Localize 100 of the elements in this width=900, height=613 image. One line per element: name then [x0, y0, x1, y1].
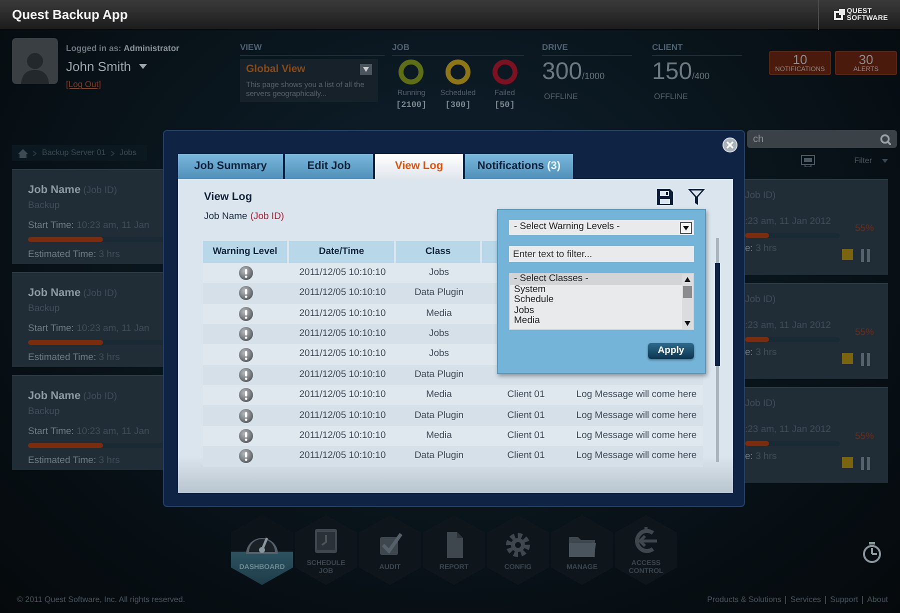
login-status: Logged in as: Administrator	[66, 42, 180, 55]
status-count: [2100]	[396, 99, 427, 112]
table-cell-text: 2011/12/05 10:10:10	[298, 388, 387, 402]
table-cell-text: Log Message will come here	[575, 449, 698, 464]
start-time-label: Start Time:	[28, 322, 74, 334]
monitor-icon[interactable]	[801, 155, 815, 167]
warning-icon	[239, 388, 253, 402]
table-cell-text: 2011/12/05 10:10:10	[298, 428, 387, 443]
job-name: Job Name	[28, 287, 81, 299]
user-name[interactable]: John Smith	[66, 56, 132, 76]
warning-icon	[239, 408, 253, 423]
table-cell-text: Media	[425, 428, 453, 443]
estimated-time-label: Estimated Time:	[28, 455, 96, 466]
warning-icon	[239, 368, 253, 382]
status-ring-icon	[398, 58, 424, 85]
panel-title: View Log	[204, 190, 252, 205]
section-heading: VIEW	[240, 41, 385, 56]
scrollbar[interactable]	[716, 238, 719, 462]
status-count: [300]	[445, 99, 471, 112]
list-option[interactable]: Jobs	[510, 306, 682, 316]
table-cell-text: Data Plugin	[413, 286, 465, 300]
caret-icon[interactable]	[139, 64, 148, 69]
app-title: Quest Backup App	[12, 6, 128, 24]
warning-icon	[239, 348, 253, 362]
list-option[interactable]: Schedule	[510, 295, 682, 306]
table-cell-text: Log Message will come here	[575, 388, 698, 402]
class-listbox[interactable]: - Select Classes - System Schedule Jobs Media	[509, 273, 694, 330]
save-icon[interactable]	[657, 189, 673, 205]
progress-percent: 55%	[854, 222, 874, 236]
job-name: Job Name	[28, 184, 81, 196]
warning-icon	[239, 286, 253, 300]
table-cell-text: 2011/12/05 10:10:10	[298, 266, 387, 280]
stat-total: /1000	[582, 70, 605, 83]
table-cell-text: Client 01	[506, 428, 546, 443]
warning-icon	[239, 266, 253, 280]
filter-icon[interactable]	[688, 189, 705, 205]
table-cell-text: Data Plugin	[413, 408, 465, 423]
job-name: Job Name	[28, 390, 81, 402]
warning-icon	[239, 429, 253, 444]
warning-icon	[239, 327, 253, 342]
table-cell-text: Jobs	[428, 347, 450, 362]
table-cell-text: Data Plugin	[413, 368, 465, 382]
stat-value: 150	[652, 58, 692, 85]
table-row[interactable]: 2011/12/05 10:10:10 Media Client 01 Log Message will come here	[203, 426, 703, 446]
caret-icon	[882, 159, 888, 163]
tab[interactable]: Job Summary	[178, 154, 283, 179]
chevron-icon	[33, 150, 37, 156]
table-cell-text: 2011/12/05 10:10:10	[298, 326, 387, 341]
avatar-placeholder	[12, 38, 58, 84]
close-button[interactable]	[722, 137, 738, 153]
estimated-time-label: Estimated Time:	[28, 352, 96, 363]
estimated-time-label: Estimated Time:	[28, 249, 96, 260]
stat-status: OFFLINE	[544, 90, 579, 103]
list-option[interactable]: - Select Classes -	[510, 274, 682, 285]
table-cell-text: Media	[425, 388, 453, 402]
progress-percent: 55%	[854, 430, 874, 444]
column-header[interactable]: Warning Level	[203, 240, 289, 263]
list-option[interactable]: System	[510, 284, 682, 296]
table-cell-text: 2011/12/05 10:10:10	[298, 306, 387, 321]
section-heading: DRIVE	[542, 41, 632, 56]
table-cell-text: Data Plugin	[413, 449, 465, 464]
dropdown-icon[interactable]	[680, 222, 692, 234]
progress-percent: 55%	[854, 326, 874, 340]
start-time-label: Start Time:	[28, 426, 74, 437]
table-cell-text: 2011/12/05 10:10:10	[298, 286, 387, 300]
table-cell-text: Jobs	[428, 266, 450, 280]
logo-icon	[832, 8, 845, 20]
scrollbar[interactable]	[682, 274, 693, 329]
section-heading: CLIENT	[652, 41, 742, 56]
copyright-text: © 2011 Quest Software, Inc. All rights reserved.	[17, 594, 186, 606]
table-row[interactable]: 2011/12/05 10:10:10 Data Plugin Client 01 Log Message will come here	[203, 446, 703, 467]
table-cell-text: Jobs	[428, 326, 450, 341]
warning-level-select[interactable]: - Select Warning Levels -	[509, 220, 694, 235]
warning-icon	[239, 306, 253, 321]
table-cell-text: Client 01	[506, 408, 546, 423]
stat-status: OFFLINE	[654, 90, 689, 103]
column-header[interactable]: Class	[396, 240, 482, 263]
timer-icon[interactable]	[862, 542, 882, 563]
table-cell-text: Client 01	[506, 449, 546, 464]
table-row[interactable]: 2011/12/05 10:10:10 Data Plugin Client 01 Log Message will come here	[203, 405, 703, 426]
tab[interactable]: Edit Job	[285, 154, 373, 179]
table-cell-text: 2011/12/05 10:10:10	[298, 368, 387, 382]
status-ring-icon	[445, 58, 471, 85]
table-cell-text: 2011/12/05 10:10:10	[298, 408, 387, 423]
search-field[interactable]: ch	[747, 130, 897, 148]
tab[interactable]: View Log	[375, 154, 463, 179]
start-time-label: Start Time:	[28, 220, 74, 231]
status-count: [50]	[494, 99, 515, 112]
table-cell-text: 2011/12/05 10:10:10	[298, 347, 387, 362]
table-cell-text: 2011/12/05 10:10:10	[298, 449, 387, 464]
tab[interactable]: Notifications (3)	[465, 154, 573, 179]
dropdown-icon[interactable]	[360, 64, 372, 76]
estimated-time-label: e:	[745, 242, 753, 254]
table-row[interactable]: 2011/12/05 10:10:10 Media Client 01 Log Message will come here	[203, 385, 703, 406]
table-cell-text: Media	[425, 306, 453, 321]
column-header[interactable]: Date/Time	[289, 240, 396, 263]
apply-button[interactable]: Apply	[648, 343, 694, 359]
filter-text-input[interactable]: Enter text to filter...	[509, 246, 694, 262]
job-title: Job Name (Job ID)	[204, 210, 286, 224]
stat-value: 300	[542, 58, 582, 85]
